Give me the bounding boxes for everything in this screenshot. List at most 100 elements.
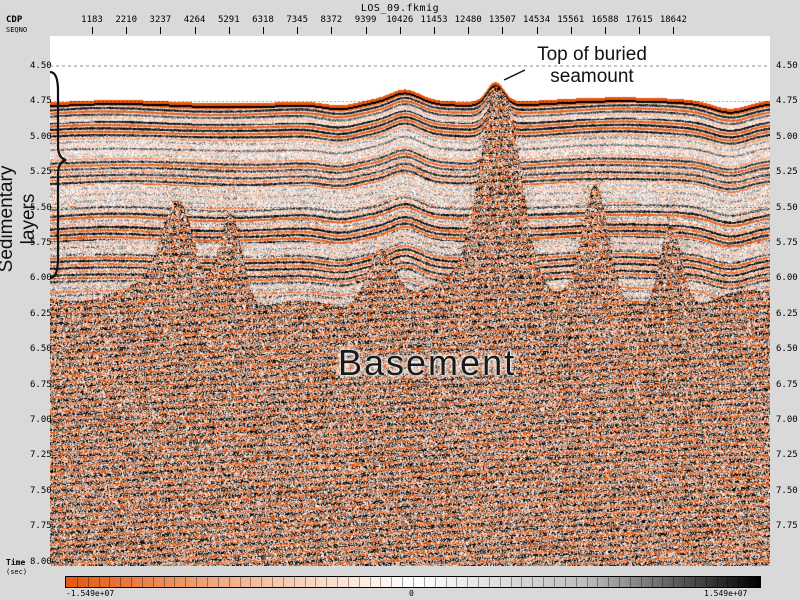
colorbar-swatch-divider [391,577,393,587]
cdp-tick-label: 11453 [420,15,448,25]
colorbar-swatch-divider [608,577,610,587]
colorbar-swatch-divider [445,577,447,587]
sedimentary-bracket [50,70,67,280]
cdp-tick-label: 15561 [557,15,585,25]
seamount-pointer [503,69,526,81]
colorbar-swatch-divider [347,577,349,587]
cdp-tick [160,27,162,34]
colorbar-swatch-divider [109,577,111,587]
colorbar-swatch-divider [141,577,143,587]
cdp-tick [502,27,504,34]
colorbar-swatch-divider [553,577,555,587]
colorbar-swatch-divider [239,577,241,587]
colorbar-swatch-divider [456,577,458,587]
time-tick-label: 6.50 [30,344,52,355]
time-tick-label: 8.00 [30,556,52,567]
colorbar-swatch-divider [261,577,263,587]
cdp-tick-label: 5291 [217,15,240,25]
time-tick-label-right: 6.75 [776,379,798,390]
time-tick-label-right: 7.75 [776,521,798,532]
colorbar-swatch-divider [326,577,328,587]
colorbar-swatch-divider [120,577,122,587]
cdp-tick-label: 2210 [115,15,138,25]
cdp-tick [605,27,606,34]
colorbar-swatch-divider [640,577,642,587]
colorbar-swatch-divider [727,577,729,587]
colorbar-swatch-divider [488,577,490,587]
colorbar-swatch-divider [196,577,198,587]
section-overlay [50,65,770,527]
time-tick-label: 5.00 [30,131,52,142]
colorbar-swatch-divider [684,577,686,587]
cdp-tick-label: 4264 [183,15,206,25]
colorbar-swatch-divider [694,577,696,587]
colorbar-swatch-divider [564,577,566,587]
time-tick-label-right: 5.25 [776,167,798,178]
colorbar-swatch-divider [619,577,621,587]
colorbar-max-label: 1.549e+07 [704,589,748,598]
colorbar-swatch-divider [250,577,252,587]
cdp-tick-label: 17615 [625,15,653,25]
colorbar-swatch-divider [499,577,501,587]
time-tick-label: 7.00 [30,415,52,425]
time-tick-label-right: 4.50 [776,61,798,71]
cdp-tick-label: 18642 [659,15,687,25]
cdp-tick-label: 8372 [320,15,343,25]
cdp-tick [468,27,470,34]
colorbar-min-label: -1.549e+07 [66,589,115,598]
colorbar-swatch-divider [478,577,480,587]
colorbar-swatch-divider [716,577,718,587]
time-tick-label: 7.75 [30,521,52,532]
colorbar-swatch-divider [304,577,306,587]
colorbar-swatch-divider [521,577,523,587]
time-tick-label: 7.25 [30,450,52,461]
cdp-tick-label: 10426 [386,15,414,25]
colorbar-swatch-divider [228,577,230,587]
cdp-tick-label: 9399 [354,15,377,25]
time-tick-label-right: 6.00 [776,273,798,284]
cdp-tick [434,27,435,34]
cdp-axis: 1183 2210 3237 4264 5291 6318 7345 8372 9399 1042… [0,0,800,40]
colorbar-swatch-divider [705,577,707,587]
colorbar-swatch-divider [423,577,425,587]
cdp-tick [365,27,367,34]
colorbar-swatch-divider [131,577,133,587]
colorbar-swatch-divider [217,577,219,587]
time-tick-label-right: 4.75 [776,96,798,107]
cdp-tick [194,27,196,34]
cdp-tick [639,27,641,34]
cdp-tick-label: 3237 [149,15,172,25]
cdp-tick [331,27,333,34]
colorbar-swatch-divider [293,577,295,587]
cdp-tick [263,27,264,34]
colorbar-swatch-divider [673,577,675,587]
colorbar-swatch-divider [163,577,165,587]
colorbar-swatch-divider [206,577,208,587]
colorbar-swatch-divider [282,577,284,587]
colorbar-swatch-divider [76,577,78,587]
basement-annotation: Basement [338,342,517,383]
time-tick-label-right: 6.50 [776,344,798,355]
colorbar-swatch-divider [467,577,469,587]
colorbar-swatch-divider [586,577,588,587]
colorbar-swatch-divider [337,577,339,587]
time-tick-label-right: 5.00 [776,131,798,142]
time-tick-label-right: 5.75 [776,238,798,248]
colorbar-swatch-divider [651,577,653,587]
seamount-annotation: Top of buried seamount [537,44,647,87]
cdp-tick [228,27,230,34]
amplitude-colorbar [65,576,761,588]
colorbar-swatch-divider [272,577,274,587]
cdp-tick-label: 7345 [286,15,309,25]
colorbar-swatch-divider [358,577,360,587]
time-tick-label-right: 5.50 [776,202,798,213]
colorbar-swatch-divider [629,577,631,587]
time-tick-label: 4.75 [30,96,52,107]
time-tick-label: 7.50 [30,485,52,496]
cdp-tick-label: 13507 [488,15,516,25]
cdp-tick [92,27,93,34]
cdp-tick-label: 12480 [454,15,482,25]
colorbar-swatch-divider [87,577,89,587]
colorbar-swatch-divider [413,577,414,587]
colorbar-swatch-divider [543,577,545,587]
